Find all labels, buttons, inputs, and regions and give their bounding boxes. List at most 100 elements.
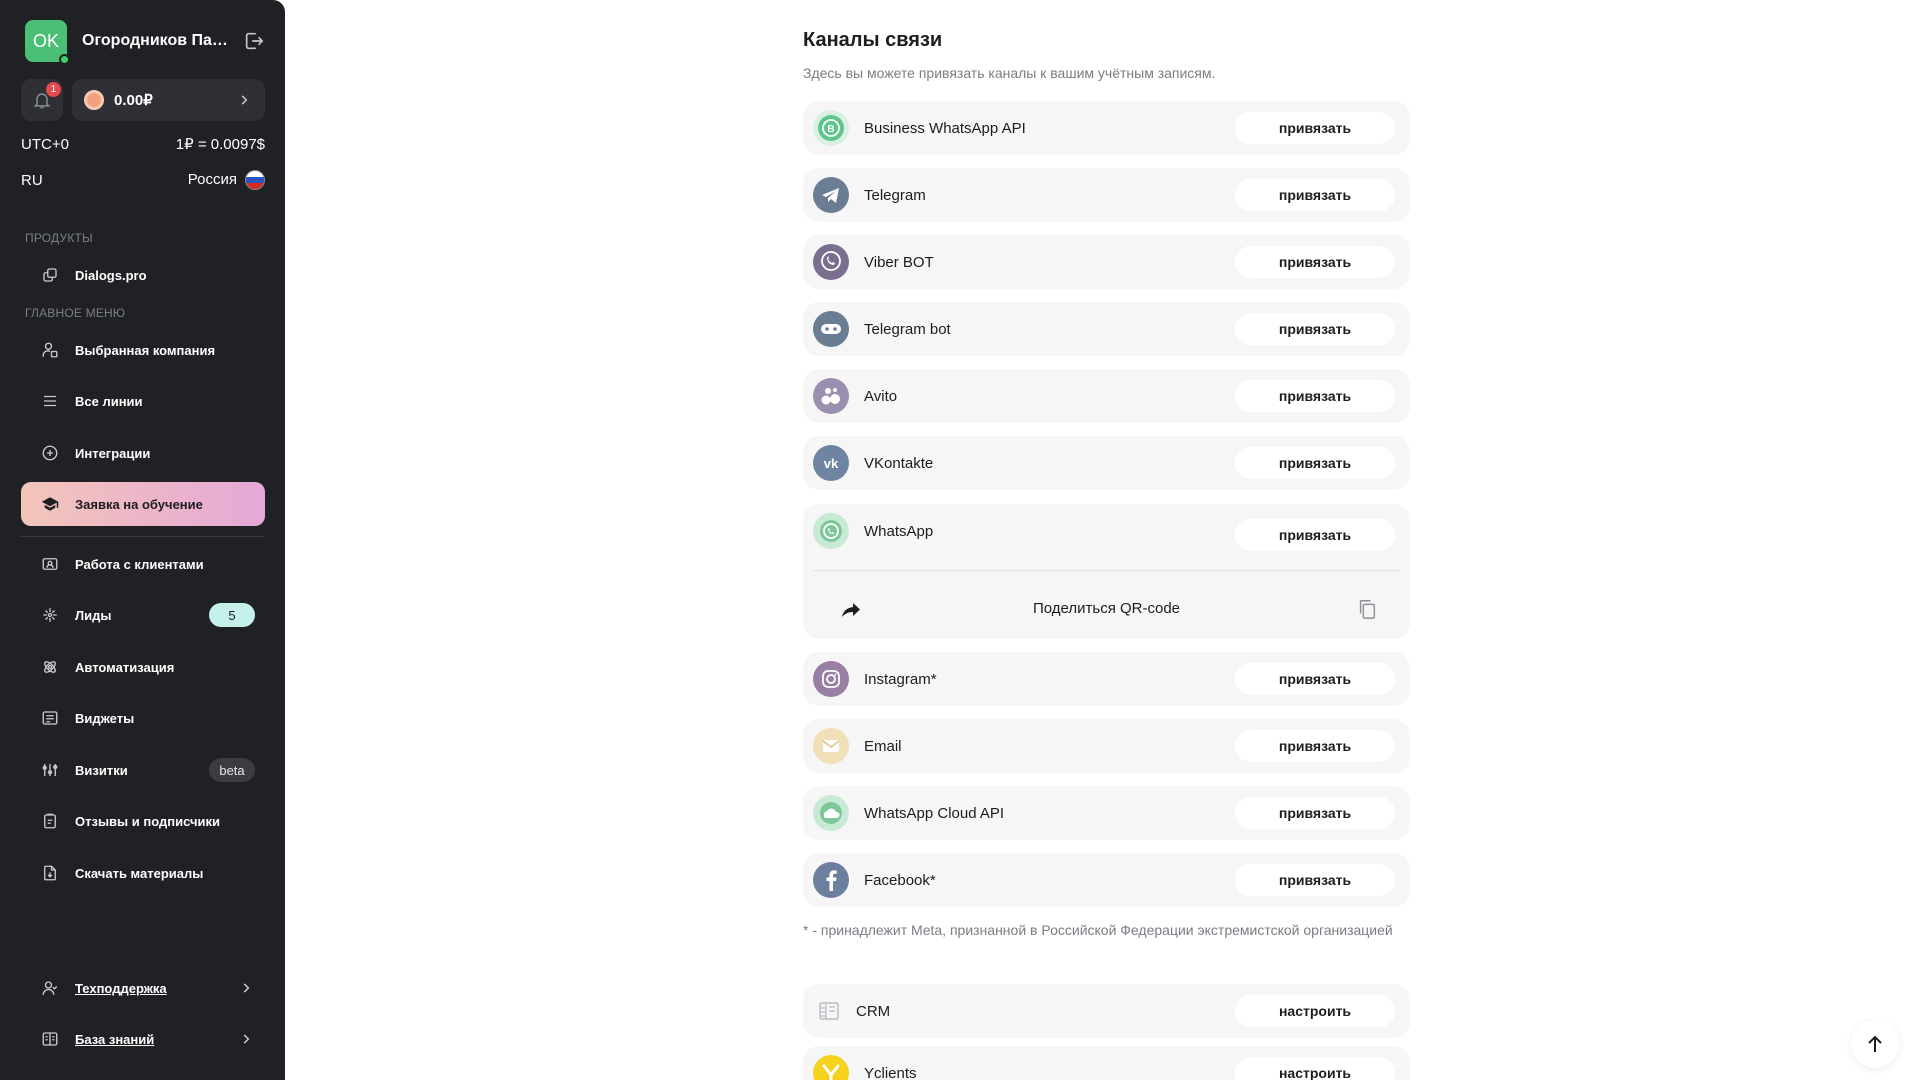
copy-icon[interactable]	[1356, 597, 1378, 621]
nav-item-widgets[interactable]: Виджеты	[21, 696, 265, 740]
language[interactable]: RU	[21, 172, 43, 189]
channel-card-vkontakte: vk VKontakte привязать	[803, 436, 1410, 490]
bind-button[interactable]: привязать	[1235, 797, 1395, 829]
channel-card-telegram-bot: Telegram bot привязать	[803, 302, 1410, 356]
logout-icon[interactable]	[243, 30, 265, 52]
bind-button[interactable]: привязать	[1235, 112, 1395, 144]
bind-button[interactable]: привязать	[1235, 519, 1395, 551]
svg-text:vk: vk	[824, 456, 839, 471]
channel-name: WhatsApp Cloud API	[864, 804, 1005, 822]
automation-icon	[44, 661, 56, 673]
svg-text:B: B	[827, 124, 834, 135]
nav-item-integrations[interactable]: Интеграции	[21, 431, 265, 475]
user-company-icon	[42, 342, 58, 358]
bind-button[interactable]: привязать	[1235, 380, 1395, 412]
download-file-icon	[44, 865, 56, 881]
qr-share-button[interactable]: Поделиться QR-code	[803, 600, 1410, 617]
timezone-rate-row: UTC+0 1₽ = 0.0097$	[21, 135, 265, 154]
channel-name: VKontakte	[864, 454, 934, 472]
nav-item-clients[interactable]: Работа с клиентами	[21, 542, 265, 586]
avatar-initials: OK	[32, 30, 59, 51]
bind-button[interactable]: привязать	[1235, 313, 1395, 345]
channel-name: Telegram bot	[864, 320, 951, 338]
nav-item-dialogs-pro[interactable]: Dialogs.pro	[21, 253, 265, 297]
chevron-right-icon	[243, 983, 250, 993]
profile-name[interactable]: Огородников Пав...	[82, 32, 232, 50]
bind-button[interactable]: привязать	[1235, 864, 1395, 896]
nav-item-label: Виджеты	[75, 710, 135, 726]
business-whatsapp-icon: B	[813, 110, 849, 146]
nav-item-label: Лиды	[75, 607, 112, 623]
nav-item-support[interactable]: Техподдержка	[21, 966, 265, 1010]
arrow-up-icon	[1868, 1035, 1882, 1052]
channel-name: WhatsApp	[864, 522, 934, 540]
avito-icon	[813, 378, 849, 414]
nav-item-all-lines[interactable]: Все линии	[21, 379, 265, 423]
bind-button[interactable]: привязать	[1235, 179, 1395, 211]
channel-name: Instagram*	[864, 670, 937, 688]
telegram-bot-icon	[813, 311, 849, 347]
divider	[813, 570, 1400, 571]
avatar[interactable]: OK	[25, 20, 70, 65]
list-icon	[44, 395, 56, 407]
contact-card-icon	[42, 558, 58, 570]
scroll-to-top-button[interactable]	[1851, 1020, 1899, 1068]
channel-name: Facebook*	[864, 871, 936, 889]
bind-button[interactable]: привязать	[1235, 246, 1395, 278]
bind-button[interactable]: привязать	[1235, 663, 1395, 695]
channel-card-avito: Avito привязать	[803, 369, 1410, 423]
crm-icon	[817, 999, 841, 1023]
vk-icon: vk	[813, 445, 849, 481]
beta-badge: beta	[209, 758, 255, 782]
support-user-icon	[42, 981, 58, 995]
channel-card-email: Email привязать	[803, 719, 1410, 773]
clipboard-icon	[44, 813, 56, 829]
nav-item-selected-company[interactable]: Выбранная компания	[21, 328, 265, 372]
notification-count-badge: 1	[46, 82, 61, 97]
products-section-title: ПРОДУКТЫ	[25, 231, 93, 245]
configure-button[interactable]: настроить	[1235, 1057, 1395, 1080]
facebook-icon	[813, 862, 849, 898]
bind-button[interactable]: привязать	[1235, 447, 1395, 479]
configure-button[interactable]: настроить	[1235, 995, 1395, 1027]
nav-item-automation[interactable]: Автоматизация	[21, 645, 265, 689]
channel-card-telegram: Telegram привязать	[803, 168, 1410, 222]
viber-icon	[813, 244, 849, 280]
balance-value: 0.00₽	[114, 92, 153, 109]
nav-item-leads[interactable]: Лиды 5	[21, 593, 265, 637]
nav-item-download-materials[interactable]: Скачать материалы	[21, 851, 265, 895]
country-name: Россия	[187, 170, 237, 188]
channel-card-viber-bot: Viber BOT привязать	[803, 235, 1410, 289]
email-icon	[813, 728, 849, 764]
integration-card-yclients: Yclients настроить	[803, 1046, 1410, 1080]
channel-card-whatsapp: WhatsApp привязать Поделиться QR-code	[803, 504, 1410, 639]
balance-button[interactable]: 0.00₽	[72, 79, 265, 121]
country-selector[interactable]: Россия	[188, 170, 265, 190]
nav-item-reviews-subscribers[interactable]: Отзывы и подписчики	[21, 799, 265, 843]
sidebar: OK Огородников Пав... 1 0.00₽ UTC+0 1₽ =…	[0, 0, 285, 1080]
nav-item-label: Выбранная компания	[75, 342, 216, 358]
bind-button[interactable]: привязать	[1235, 730, 1395, 762]
whatsapp-icon	[813, 513, 849, 549]
russia-flag-icon	[245, 170, 265, 190]
chevron-right-icon	[241, 95, 248, 105]
channel-name: Viber BOT	[864, 253, 934, 271]
channel-card-whatsapp-cloud: WhatsApp Cloud API привязать	[803, 786, 1410, 840]
timezone[interactable]: UTC+0	[21, 136, 69, 153]
graduation-cap-icon	[41, 497, 59, 511]
nav-item-training-request[interactable]: Заявка на обучение	[21, 482, 265, 526]
channel-card-business-whatsapp: B Business WhatsApp API привязать	[803, 101, 1410, 155]
plus-circle-icon	[42, 445, 58, 461]
nav-item-label: Скачать материалы	[75, 865, 204, 881]
nav-item-business-cards[interactable]: Визитки beta	[21, 748, 265, 792]
nav-item-label: Заявка на обучение	[75, 496, 203, 512]
nav-divider	[21, 536, 265, 537]
coin-icon	[84, 90, 104, 110]
nav-item-label: Работа с клиентами	[75, 556, 204, 572]
leads-icon	[43, 608, 57, 622]
nav-item-label: Визитки	[75, 762, 128, 778]
notifications-button[interactable]: 1	[21, 79, 63, 121]
channel-name: Email	[864, 737, 902, 755]
nav-item-knowledge-base[interactable]: База знаний	[21, 1017, 265, 1061]
meta-footnote: * - принадлежит Meta, признанной в Росси…	[803, 922, 1393, 938]
